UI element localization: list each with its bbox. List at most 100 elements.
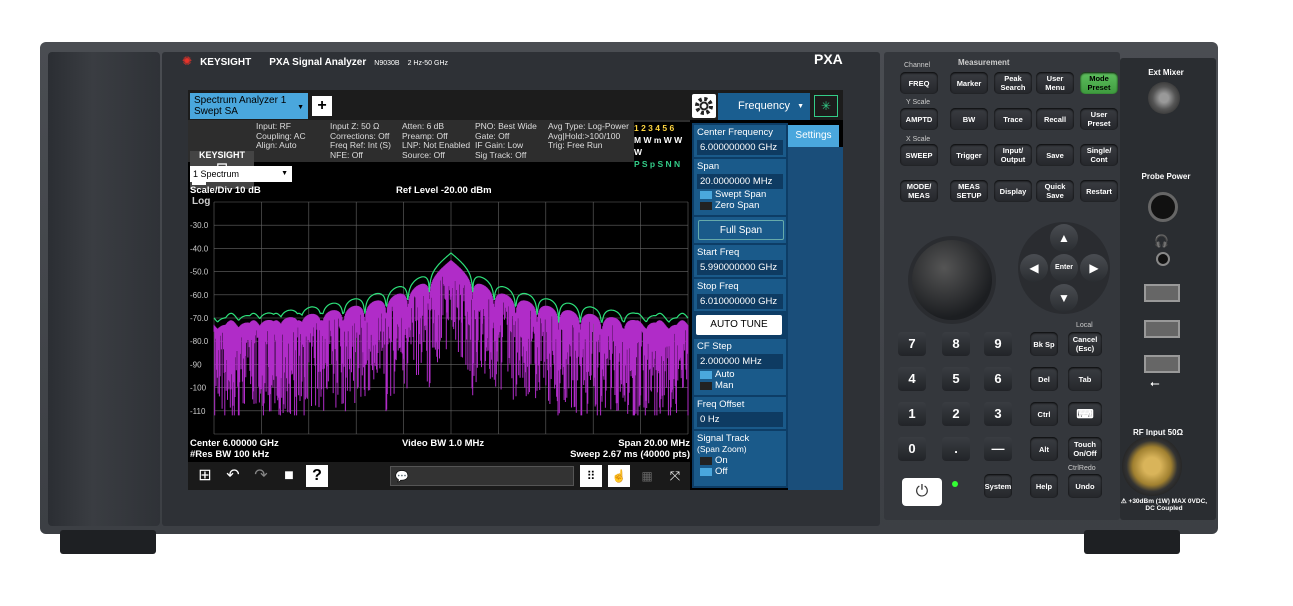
user-preset-key[interactable]: User Preset bbox=[1080, 108, 1118, 130]
trace-key[interactable]: Trace bbox=[994, 108, 1032, 130]
alt-key[interactable]: Alt bbox=[1030, 437, 1058, 461]
windows-icon[interactable]: ⊞ bbox=[194, 465, 216, 487]
cf-auto-radio[interactable]: Auto bbox=[697, 369, 783, 380]
start-freq-value[interactable]: 5.990000000 GHz bbox=[697, 260, 783, 275]
swept-span-radio[interactable]: Swept Span bbox=[697, 189, 783, 200]
softkey-start-freq[interactable]: Start Freq 5.990000000 GHz bbox=[694, 245, 786, 277]
trigger-key[interactable]: Trigger bbox=[950, 144, 988, 166]
trace-indicator[interactable]: 1 2 3 4 5 6 M W m W W W P S p S N N bbox=[634, 122, 690, 169]
arrow-down-icon[interactable]: ▼ bbox=[1050, 284, 1078, 312]
usb-port-1[interactable] bbox=[1144, 284, 1180, 302]
amptd-key[interactable]: AMPTD bbox=[900, 108, 938, 130]
keyboard-icon[interactable]: ⌨ bbox=[1068, 402, 1102, 426]
enter-key[interactable]: Enter bbox=[1050, 254, 1078, 282]
sweep-key[interactable]: SWEEP bbox=[900, 144, 938, 166]
softkey-span[interactable]: Span 20.0000000 MHz Swept Span Zero Span bbox=[694, 159, 786, 215]
key-7[interactable]: 7 bbox=[898, 332, 926, 356]
undo-icon[interactable]: ↶ bbox=[222, 465, 244, 487]
marker-key[interactable]: Marker bbox=[950, 72, 988, 94]
key-3[interactable]: 3 bbox=[984, 402, 1012, 426]
recall-key[interactable]: Recall bbox=[1036, 108, 1074, 130]
key-decimal[interactable]: . bbox=[942, 437, 970, 461]
save-key[interactable]: Save bbox=[1036, 144, 1074, 166]
arrow-left-icon[interactable]: ◀ bbox=[1020, 254, 1048, 282]
add-screen-button[interactable]: + bbox=[312, 96, 332, 116]
tab-key[interactable]: Tab bbox=[1068, 367, 1102, 391]
cancel-esc-key[interactable]: Cancel (Esc) bbox=[1068, 332, 1102, 356]
power-button[interactable]: ⏻ bbox=[902, 478, 942, 506]
touch-mode-icon[interactable]: ☝ bbox=[608, 465, 630, 487]
measurement-info-bar[interactable]: KEYSIGHT ▭ LXI Input: RF Coupling: AC Al… bbox=[188, 120, 690, 189]
mode-preset-key[interactable]: Mode Preset bbox=[1080, 72, 1118, 94]
usb-port-3[interactable] bbox=[1144, 355, 1180, 373]
grid-layout-icon[interactable]: ⠿ bbox=[580, 465, 602, 487]
full-span-button[interactable]: Full Span bbox=[698, 220, 784, 240]
arrow-right-icon[interactable]: ▶ bbox=[1080, 254, 1108, 282]
rf-input-connector[interactable] bbox=[1122, 436, 1182, 496]
backspace-key[interactable]: Bk Sp bbox=[1030, 332, 1058, 356]
fullscreen-icon[interactable]: ⤧ bbox=[664, 465, 686, 487]
delete-key[interactable]: Del bbox=[1030, 367, 1058, 391]
quick-save-key[interactable]: Quick Save bbox=[1036, 180, 1074, 202]
rotary-knob[interactable] bbox=[908, 236, 996, 324]
zero-span-radio[interactable]: Zero Span bbox=[697, 200, 783, 211]
message-bar[interactable]: 💬 bbox=[390, 466, 574, 486]
measurement-group-label: Measurement bbox=[958, 58, 1010, 67]
peak-search-key[interactable]: Peak Search bbox=[994, 72, 1032, 94]
cf-step-value[interactable]: 2.000000 MHz bbox=[697, 354, 783, 369]
single-cont-key[interactable]: Single/ Cont bbox=[1080, 144, 1118, 166]
key-0[interactable]: 0 bbox=[898, 437, 926, 461]
freq-offset-value[interactable]: 0 Hz bbox=[697, 412, 783, 427]
stop-freq-value[interactable]: 6.010000000 GHz bbox=[697, 294, 783, 309]
key-8[interactable]: 8 bbox=[942, 332, 970, 356]
arrow-up-icon[interactable]: ▲ bbox=[1050, 224, 1078, 252]
headphone-jack[interactable] bbox=[1156, 252, 1170, 266]
center-freq-value[interactable]: 6.000000000 GHz bbox=[697, 140, 783, 155]
view-select[interactable]: 1 Spectrum ▼ bbox=[190, 166, 292, 182]
key-2[interactable]: 2 bbox=[942, 402, 970, 426]
folder-icon[interactable]: ■ bbox=[278, 465, 300, 487]
span-value[interactable]: 20.0000000 MHz bbox=[697, 174, 783, 189]
key-minus[interactable]: — bbox=[984, 437, 1012, 461]
display-key[interactable]: Display bbox=[994, 180, 1032, 202]
probe-power-connector[interactable] bbox=[1148, 192, 1178, 222]
softkey-signal-track[interactable]: Signal Track (Span Zoom) On Off bbox=[694, 431, 786, 486]
key-6[interactable]: 6 bbox=[984, 367, 1012, 391]
softkey-center-freq[interactable]: Center Frequency 6.000000000 GHz bbox=[694, 125, 786, 157]
spectrum-plot[interactable]: -30.0 -40.0 -50.0 -60.0 -70.0 -80.0 -90 -100 -11… bbox=[188, 198, 690, 438]
auto-tune-button[interactable]: AUTO TUNE bbox=[696, 315, 782, 335]
help-key[interactable]: Help bbox=[1030, 474, 1058, 498]
input-output-key[interactable]: Input/ Output bbox=[994, 144, 1032, 166]
help-icon[interactable]: ? bbox=[306, 465, 328, 487]
key-9[interactable]: 9 bbox=[984, 332, 1012, 356]
meas-setup-key[interactable]: MEAS SETUP bbox=[950, 180, 988, 202]
ext-mixer-connector[interactable] bbox=[1148, 82, 1180, 114]
signal-track-off-radio[interactable]: Off bbox=[697, 466, 783, 477]
restart-key[interactable]: Restart bbox=[1080, 180, 1118, 202]
usb-port-2[interactable] bbox=[1144, 320, 1180, 338]
ctrl-key[interactable]: Ctrl bbox=[1030, 402, 1058, 426]
key-4[interactable]: 4 bbox=[898, 367, 926, 391]
cf-man-radio[interactable]: Man bbox=[697, 380, 783, 391]
bw-key[interactable]: BW bbox=[950, 108, 988, 130]
menu-frequency[interactable]: Frequency ▼ bbox=[718, 93, 810, 120]
softkey-cf-step[interactable]: CF Step 2.000000 MHz Auto Man bbox=[694, 339, 786, 395]
user-menu-key[interactable]: User Menu bbox=[1036, 72, 1074, 94]
mode-meas-key[interactable]: MODE/ MEAS bbox=[900, 180, 938, 202]
softkey-stop-freq[interactable]: Stop Freq 6.010000000 GHz bbox=[694, 279, 786, 311]
tab-settings[interactable]: Settings bbox=[788, 125, 839, 147]
touch-screen[interactable]: Spectrum Analyzer 1 Swept SA ▼ + Frequen… bbox=[188, 90, 843, 490]
signal-track-on-radio[interactable]: On bbox=[697, 455, 783, 466]
window-icon[interactable]: ▦ bbox=[636, 465, 658, 487]
softkey-freq-offset[interactable]: Freq Offset 0 Hz bbox=[694, 397, 786, 429]
info-source: Source: Off bbox=[402, 149, 445, 160]
redo-icon[interactable]: ↷ bbox=[250, 465, 272, 487]
tab-spectrum-analyzer[interactable]: Spectrum Analyzer 1 Swept SA ▼ bbox=[190, 93, 308, 119]
gear-icon[interactable] bbox=[692, 94, 716, 118]
key-1[interactable]: 1 bbox=[898, 402, 926, 426]
freq-key[interactable]: FREQ bbox=[900, 72, 938, 94]
system-key[interactable]: System bbox=[984, 474, 1012, 498]
undo-key[interactable]: Undo bbox=[1068, 474, 1102, 498]
key-5[interactable]: 5 bbox=[942, 367, 970, 391]
touch-on-off-key[interactable]: Touch On/Off bbox=[1068, 437, 1102, 461]
